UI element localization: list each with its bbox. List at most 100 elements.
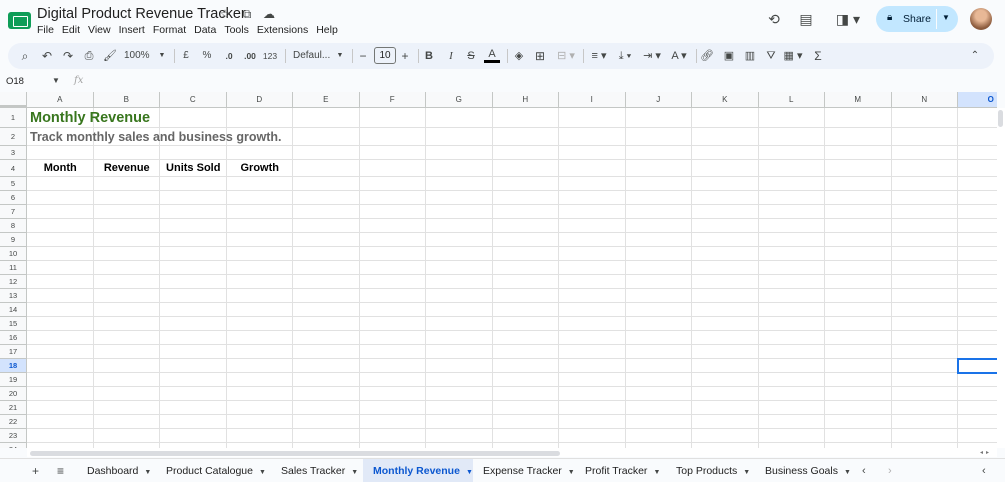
row-header-9[interactable]: 9 [0, 233, 27, 247]
borders-icon[interactable]: ⊞ [534, 49, 546, 63]
column-header-k[interactable]: K [692, 92, 759, 108]
row-header-12[interactable]: 12 [0, 275, 27, 289]
share-button[interactable]: 🔒︎ Share ▼ [876, 6, 958, 32]
filter-icon[interactable]: ⛛ [764, 49, 778, 63]
all-sheets-icon[interactable]: ≡ [57, 464, 64, 478]
name-box[interactable]: O18 [6, 76, 24, 87]
column-header-g[interactable]: G [426, 92, 493, 108]
percent-format-button[interactable]: % [201, 49, 213, 63]
row-header-21[interactable]: 21 [0, 401, 27, 415]
currency-format-button[interactable]: £ [180, 49, 192, 63]
row-header-5[interactable]: 5 [0, 177, 27, 191]
print-icon[interactable]: ⎙ [82, 49, 96, 63]
vertical-align-icon[interactable]: ⤓ ▾ [614, 49, 636, 63]
font-dropdown-icon[interactable]: ▼ [336, 49, 344, 63]
row-header-10[interactable]: 10 [0, 247, 27, 261]
horizontal-align-icon[interactable]: ≡ ▾ [588, 49, 610, 63]
selected-cell-o18[interactable] [957, 358, 997, 374]
menu-data[interactable]: Data [190, 23, 220, 37]
add-sheet-icon[interactable]: + [32, 464, 39, 478]
fill-color-icon[interactable]: ◈ [513, 49, 525, 63]
sheet-tab-menu-icon[interactable]: ▼ [144, 469, 151, 476]
row-header-22[interactable]: 22 [0, 415, 27, 429]
row-header-24[interactable]: 24 [0, 443, 27, 448]
zoom-dropdown-icon[interactable]: ▼ [158, 49, 166, 63]
sheet-tab-menu-icon[interactable]: ▼ [844, 469, 851, 476]
collapse-toolbar-icon[interactable]: ⌃ [969, 49, 981, 63]
insert-comment-icon[interactable]: ▣ [722, 49, 736, 63]
select-all-corner[interactable] [0, 92, 27, 108]
sheet-tab-menu-icon[interactable]: ▼ [743, 469, 750, 476]
search-menus-icon[interactable]: ⌕ [18, 49, 32, 63]
cell-c4-header[interactable]: Units Sold [160, 160, 227, 177]
meet-icon[interactable]: ◨ ▾ [834, 11, 862, 27]
column-header-n[interactable]: N [891, 92, 958, 108]
row-header-18[interactable]: 18 [0, 359, 27, 373]
horizontal-scrollbar[interactable] [27, 448, 997, 457]
text-rotation-icon[interactable]: A ▾ [668, 49, 690, 63]
column-header-c[interactable]: C [160, 92, 227, 108]
sheet-tab-profit-tracker[interactable]: Profit Tracker ▼ [575, 459, 666, 482]
name-box-dropdown-icon[interactable]: ▼ [52, 76, 60, 85]
redo-icon[interactable]: ↷ [61, 49, 75, 63]
row-header-3[interactable]: 3 [0, 146, 27, 160]
menu-view[interactable]: View [84, 23, 115, 37]
menu-extensions[interactable]: Extensions [253, 23, 312, 37]
avatar[interactable] [970, 8, 992, 30]
column-header-e[interactable]: E [293, 92, 360, 108]
font-select[interactable]: Defaul... [293, 49, 333, 63]
sheet-tab-expense-tracker[interactable]: Expense Tracker ▼ [473, 459, 575, 482]
share-dropdown-icon[interactable]: ▼ [942, 13, 950, 22]
row-header-1[interactable]: 1 [0, 108, 27, 128]
sheet-tab-menu-icon[interactable]: ▼ [466, 469, 473, 476]
strikethrough-icon[interactable]: S [465, 49, 477, 63]
sheet-tab-menu-icon[interactable]: ▼ [259, 469, 266, 476]
scroll-tabs-left-icon[interactable]: ‹ [862, 464, 866, 478]
menu-help[interactable]: Help [312, 23, 342, 37]
column-header-l[interactable]: L [758, 92, 825, 108]
column-header-i[interactable]: I [559, 92, 626, 108]
column-header-j[interactable]: J [625, 92, 692, 108]
column-header-a[interactable]: A [27, 92, 94, 108]
sheet-tab-business-goals[interactable]: Business Goals ▼ [755, 459, 853, 482]
row-header-7[interactable]: 7 [0, 205, 27, 219]
cloud-status-icon[interactable]: ☁ [262, 7, 276, 21]
sheets-logo-icon[interactable] [8, 12, 31, 29]
increase-decimal-button[interactable]: .00 [241, 49, 259, 63]
vertical-scrollbar[interactable] [997, 108, 1005, 448]
cell-a4-header[interactable]: Month [27, 160, 94, 177]
cell-a2-subtitle[interactable]: Track monthly sales and business growth. [30, 128, 281, 146]
menu-file[interactable]: File [37, 23, 58, 37]
cell-d4-header[interactable]: Growth [227, 160, 294, 177]
bold-icon[interactable]: B [423, 49, 435, 63]
text-wrapping-icon[interactable]: ⇥ ▾ [641, 49, 663, 63]
column-header-b[interactable]: B [93, 92, 160, 108]
menu-insert[interactable]: Insert [115, 23, 149, 37]
comments-icon[interactable]: ▤ [798, 11, 814, 27]
row-header-17[interactable]: 17 [0, 345, 27, 359]
cell-a1-title[interactable]: Monthly Revenue [30, 108, 150, 128]
row-header-15[interactable]: 15 [0, 317, 27, 331]
menu-tools[interactable]: Tools [220, 23, 253, 37]
column-header-m[interactable]: M [825, 92, 892, 108]
column-header-d[interactable]: D [226, 92, 293, 108]
number-format-button[interactable]: 123 [262, 49, 278, 63]
decrease-decimal-button[interactable]: .0 [221, 49, 237, 63]
row-header-13[interactable]: 13 [0, 289, 27, 303]
cell-b4-header[interactable]: Revenue [94, 160, 161, 177]
row-header-2[interactable]: 2 [0, 128, 27, 146]
row-header-23[interactable]: 23 [0, 429, 27, 443]
increase-font-size-icon[interactable]: + [400, 49, 410, 63]
undo-icon[interactable]: ↶ [40, 49, 54, 63]
move-folder-icon[interactable]: ⧉ [240, 7, 254, 21]
merge-cells-icon[interactable]: ⊟ ▾ [555, 49, 577, 63]
insert-link-icon[interactable]: 🔗︎ [700, 49, 714, 63]
text-color-icon[interactable]: A [485, 47, 499, 61]
sheet-tab-dashboard[interactable]: Dashboard ▼ [77, 459, 156, 482]
font-size-input[interactable]: 10 [374, 47, 396, 64]
sheet-tab-sales-tracker[interactable]: Sales Tracker ▼ [271, 459, 363, 482]
sheet-tab-monthly-revenue[interactable]: Monthly Revenue ▼ [363, 459, 473, 482]
decrease-font-size-icon[interactable]: − [358, 49, 368, 63]
column-header-h[interactable]: H [492, 92, 559, 108]
filter-views-icon[interactable]: ▦ ▾ [782, 49, 804, 63]
